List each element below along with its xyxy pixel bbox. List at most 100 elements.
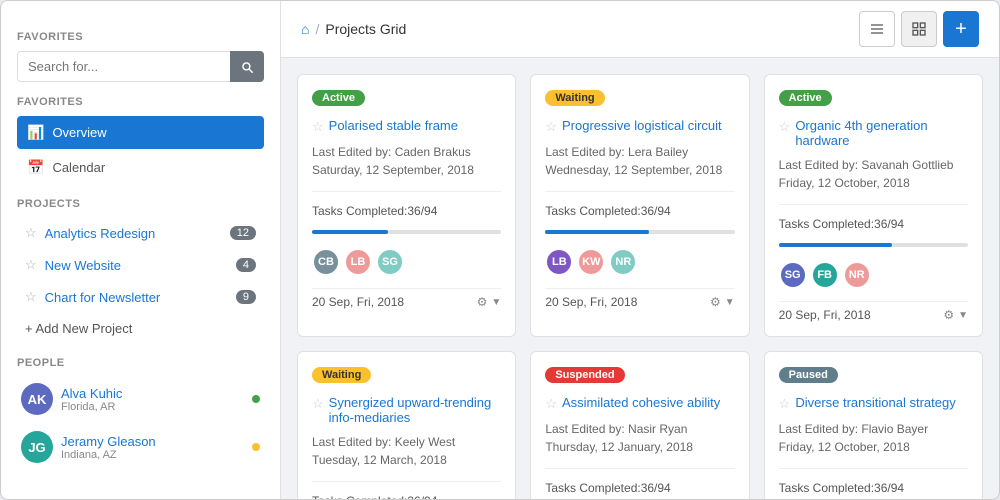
chevron-down-icon[interactable]: ▼ — [491, 297, 501, 308]
person-info-jeramy: Jeramy Gleason Indiana, AZ — [61, 434, 252, 461]
star-icon: ☆ — [545, 119, 557, 135]
progress-bar-fill — [312, 230, 388, 234]
search-input[interactable] — [17, 51, 264, 82]
tasks-completed: Tasks Completed:36/94 — [312, 494, 501, 499]
people-label: People — [17, 357, 264, 369]
status-dot-alva — [252, 395, 260, 403]
projects-label: Projects — [17, 198, 264, 210]
gear-icon[interactable]: ⚙ — [943, 308, 954, 322]
chevron-down-icon[interactable]: ▼ — [725, 297, 735, 308]
project-card: Paused ☆ Diverse transitional strategy L… — [764, 351, 983, 499]
tasks-completed: Tasks Completed:36/94 — [312, 204, 501, 218]
breadcrumb-current: Projects Grid — [325, 21, 406, 37]
card-date: 20 Sep, Fri, 2018 — [312, 295, 404, 309]
card-title-text: Polarised stable frame — [329, 118, 458, 133]
card-divider — [312, 191, 501, 192]
progress-bar-bg — [545, 230, 734, 234]
add-icon: + — [955, 19, 967, 39]
status-badge: Waiting — [545, 90, 604, 106]
add-new-button[interactable]: + — [943, 11, 979, 47]
card-title[interactable]: ☆ Progressive logistical circuit — [545, 118, 734, 135]
card-title-text: Assimilated cohesive ability — [562, 395, 720, 410]
card-title-text: Progressive logistical circuit — [562, 118, 722, 133]
main-content: ⌂ / Projects Grid + Active ☆ — [281, 1, 999, 499]
card-footer: 20 Sep, Fri, 2018 ⚙ ▼ — [779, 301, 968, 322]
favorites-label: Favorites — [17, 96, 264, 108]
card-meta: Last Edited by: Caden BrakusSaturday, 12… — [312, 143, 501, 179]
card-avatars: CBLBSG — [312, 248, 501, 276]
card-divider — [545, 468, 734, 469]
search-label: Favorites — [17, 31, 264, 43]
avatar-circle: CB — [312, 248, 340, 276]
avatar-circle: LB — [545, 248, 573, 276]
person-name-alva[interactable]: Alva Kuhic — [61, 386, 252, 401]
sidebar-item-calendar[interactable]: 📅 Calendar — [17, 151, 264, 184]
avatar-circle: NR — [843, 261, 871, 289]
person-name-jeramy[interactable]: Jeramy Gleason — [61, 434, 252, 449]
sidebar-item-analytics[interactable]: ☆ Analytics Redesign 12 — [17, 218, 264, 248]
star-icon: ☆ — [312, 396, 324, 412]
card-actions[interactable]: ⚙ ▼ — [477, 295, 502, 309]
person-location-jeramy: Indiana, AZ — [61, 449, 252, 461]
sidebar-item-newsletter[interactable]: ☆ Chart for Newsletter 9 — [17, 282, 264, 312]
grid-view-button[interactable] — [901, 11, 937, 47]
card-date: 20 Sep, Fri, 2018 — [779, 308, 871, 322]
list-view-button[interactable] — [859, 11, 895, 47]
card-meta: Last Edited by: Savanah GottliebFriday, … — [779, 156, 968, 192]
project-newsletter-badge: 9 — [236, 290, 256, 304]
avatar-alva: AK — [21, 383, 53, 415]
status-badge: Paused — [779, 367, 838, 383]
project-website-badge: 4 — [236, 258, 256, 272]
project-card: Waiting ☆ Synergized upward-trending inf… — [297, 351, 516, 499]
star-icon: ☆ — [779, 396, 791, 412]
card-title[interactable]: ☆ Polarised stable frame — [312, 118, 501, 135]
avatar-circle: FB — [811, 261, 839, 289]
project-analytics-label: Analytics Redesign — [45, 226, 156, 241]
person-location-alva: Florida, AR — [61, 401, 252, 413]
card-actions[interactable]: ⚙ ▼ — [943, 308, 968, 322]
project-newsletter-label: Chart for Newsletter — [45, 290, 161, 305]
card-avatars: SGFBNR — [779, 261, 968, 289]
tasks-completed: Tasks Completed:36/94 — [545, 481, 734, 495]
person-item-jeramy: JG Jeramy Gleason Indiana, AZ — [17, 425, 264, 469]
status-dot-jeramy — [252, 443, 260, 451]
search-button[interactable] — [230, 51, 264, 82]
avatar-circle: SG — [779, 261, 807, 289]
star-icon-analytics: ☆ — [25, 225, 37, 241]
status-badge: Suspended — [545, 367, 624, 383]
project-card: Active ☆ Organic 4th generation hardware… — [764, 74, 983, 337]
gear-icon[interactable]: ⚙ — [477, 295, 488, 309]
card-footer: 20 Sep, Fri, 2018 ⚙ ▼ — [545, 288, 734, 309]
add-project-label: + Add New Project — [25, 321, 132, 336]
card-meta: Last Edited by: Nasir RyanThursday, 12 J… — [545, 420, 734, 456]
star-icon-website: ☆ — [25, 257, 37, 273]
card-meta: Last Edited by: Keely WestTuesday, 12 Ma… — [312, 433, 501, 469]
avatar-circle: LB — [344, 248, 372, 276]
card-actions[interactable]: ⚙ ▼ — [710, 295, 735, 309]
main-header: ⌂ / Projects Grid + — [281, 1, 999, 58]
chevron-down-icon[interactable]: ▼ — [958, 310, 968, 321]
progress-bar-bg — [312, 230, 501, 234]
project-card: Waiting ☆ Progressive logistical circuit… — [530, 74, 749, 337]
star-icon: ☆ — [312, 119, 324, 135]
chart-icon: 📊 — [27, 124, 44, 141]
sidebar-item-overview[interactable]: 📊 Overview — [17, 116, 264, 149]
home-icon[interactable]: ⌂ — [301, 21, 309, 37]
star-icon: ☆ — [545, 396, 557, 412]
sidebar-item-website[interactable]: ☆ New Website 4 — [17, 250, 264, 280]
person-info-alva: Alva Kuhic Florida, AR — [61, 386, 252, 413]
card-meta: Last Edited by: Lera BaileyWednesday, 12… — [545, 143, 734, 179]
avatar-jeramy: JG — [21, 431, 53, 463]
card-title[interactable]: ☆ Assimilated cohesive ability — [545, 395, 734, 412]
add-project-button[interactable]: + Add New Project — [17, 314, 264, 343]
progress-bar-bg — [779, 243, 968, 247]
status-badge: Active — [779, 90, 832, 106]
project-card: Suspended ☆ Assimilated cohesive ability… — [530, 351, 749, 499]
card-title[interactable]: ☆ Synergized upward-trending info-mediar… — [312, 395, 501, 425]
breadcrumb: ⌂ / Projects Grid — [301, 21, 406, 37]
sidebar: Favorites Favorites 📊 Overview 📅 Calenda… — [1, 1, 281, 499]
card-title-text: Organic 4th generation hardware — [795, 118, 968, 148]
card-title[interactable]: ☆ Organic 4th generation hardware — [779, 118, 968, 148]
gear-icon[interactable]: ⚙ — [710, 295, 721, 309]
card-title[interactable]: ☆ Diverse transitional strategy — [779, 395, 968, 412]
